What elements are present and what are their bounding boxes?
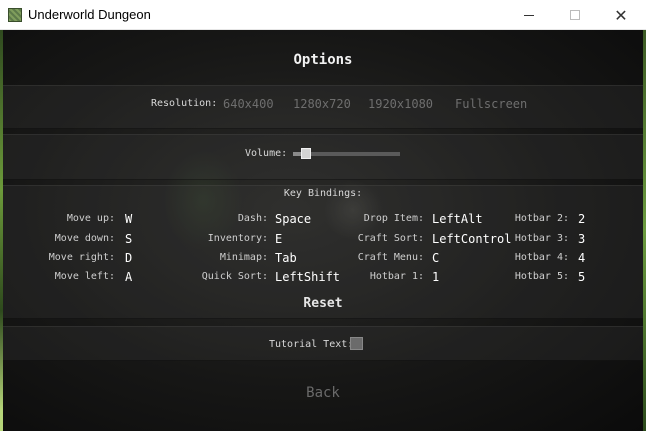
window-titlebar: Underworld Dungeon ✕ bbox=[0, 0, 646, 30]
binding-label: Inventory: bbox=[207, 233, 268, 244]
binding-key[interactable]: 4 bbox=[578, 251, 585, 265]
binding-label: Hotbar 4: bbox=[514, 252, 569, 263]
reset-button[interactable]: Reset bbox=[3, 296, 643, 311]
binding-label: Craft Sort: bbox=[357, 233, 424, 244]
binding-key[interactable]: LeftAlt bbox=[432, 212, 483, 226]
maximize-button[interactable] bbox=[552, 0, 598, 30]
binding-key[interactable]: 5 bbox=[578, 270, 585, 284]
binding-key[interactable]: Tab bbox=[275, 251, 297, 265]
key-bindings-title: Key Bindings: bbox=[283, 188, 363, 199]
binding-label: Move down: bbox=[54, 233, 115, 244]
volume-label: Volume: bbox=[245, 148, 288, 159]
resolution-option[interactable]: 1280x720 bbox=[293, 97, 351, 111]
binding-label: Hotbar 1: bbox=[369, 271, 424, 282]
options-screen: Options Resolution: 640x400 1280x720 192… bbox=[3, 30, 643, 431]
binding-key[interactable]: LeftShift bbox=[275, 270, 340, 284]
maximize-icon bbox=[570, 10, 580, 20]
binding-label: Move right: bbox=[48, 252, 115, 263]
resolution-option[interactable]: 640x400 bbox=[223, 97, 274, 111]
binding-label: Move up: bbox=[66, 213, 115, 224]
resolution-option[interactable]: 1920x1080 bbox=[368, 97, 433, 111]
binding-key[interactable]: 1 bbox=[432, 270, 439, 284]
binding-key[interactable]: E bbox=[275, 232, 282, 246]
resolution-option-fullscreen[interactable]: Fullscreen bbox=[455, 97, 527, 111]
resolution-label: Resolution: bbox=[151, 98, 218, 109]
binding-key[interactable]: 3 bbox=[578, 232, 585, 246]
tutorial-text-checkbox[interactable] bbox=[350, 337, 363, 350]
back-button[interactable]: Back bbox=[3, 385, 643, 401]
binding-label: Drop Item: bbox=[363, 213, 424, 224]
binding-label: Hotbar 5: bbox=[514, 271, 569, 282]
close-icon: ✕ bbox=[614, 5, 628, 25]
binding-key[interactable]: A bbox=[125, 270, 132, 284]
binding-key[interactable]: 2 bbox=[578, 212, 585, 226]
binding-label: Hotbar 3: bbox=[514, 233, 569, 244]
binding-label: Dash: bbox=[237, 213, 268, 224]
binding-label: Move left: bbox=[54, 271, 115, 282]
tutorial-text-label: Tutorial Text: bbox=[269, 339, 354, 350]
minimize-icon bbox=[524, 14, 534, 16]
binding-key[interactable]: S bbox=[125, 232, 132, 246]
binding-label: Craft Menu: bbox=[357, 252, 424, 263]
binding-key[interactable]: C bbox=[432, 251, 439, 265]
minimize-button[interactable] bbox=[506, 0, 552, 30]
binding-key[interactable]: Space bbox=[275, 212, 311, 226]
volume-panel bbox=[3, 134, 643, 180]
binding-key[interactable]: D bbox=[125, 251, 132, 265]
options-title: Options bbox=[293, 52, 353, 68]
binding-key[interactable]: W bbox=[125, 212, 132, 226]
binding-label: Minimap: bbox=[219, 252, 268, 263]
binding-label: Hotbar 2: bbox=[514, 213, 569, 224]
binding-label: Quick Sort: bbox=[201, 271, 268, 282]
volume-slider-handle[interactable] bbox=[301, 148, 311, 159]
app-icon bbox=[8, 8, 22, 22]
close-button[interactable]: ✕ bbox=[598, 0, 644, 30]
window-title: Underworld Dungeon bbox=[28, 7, 151, 22]
